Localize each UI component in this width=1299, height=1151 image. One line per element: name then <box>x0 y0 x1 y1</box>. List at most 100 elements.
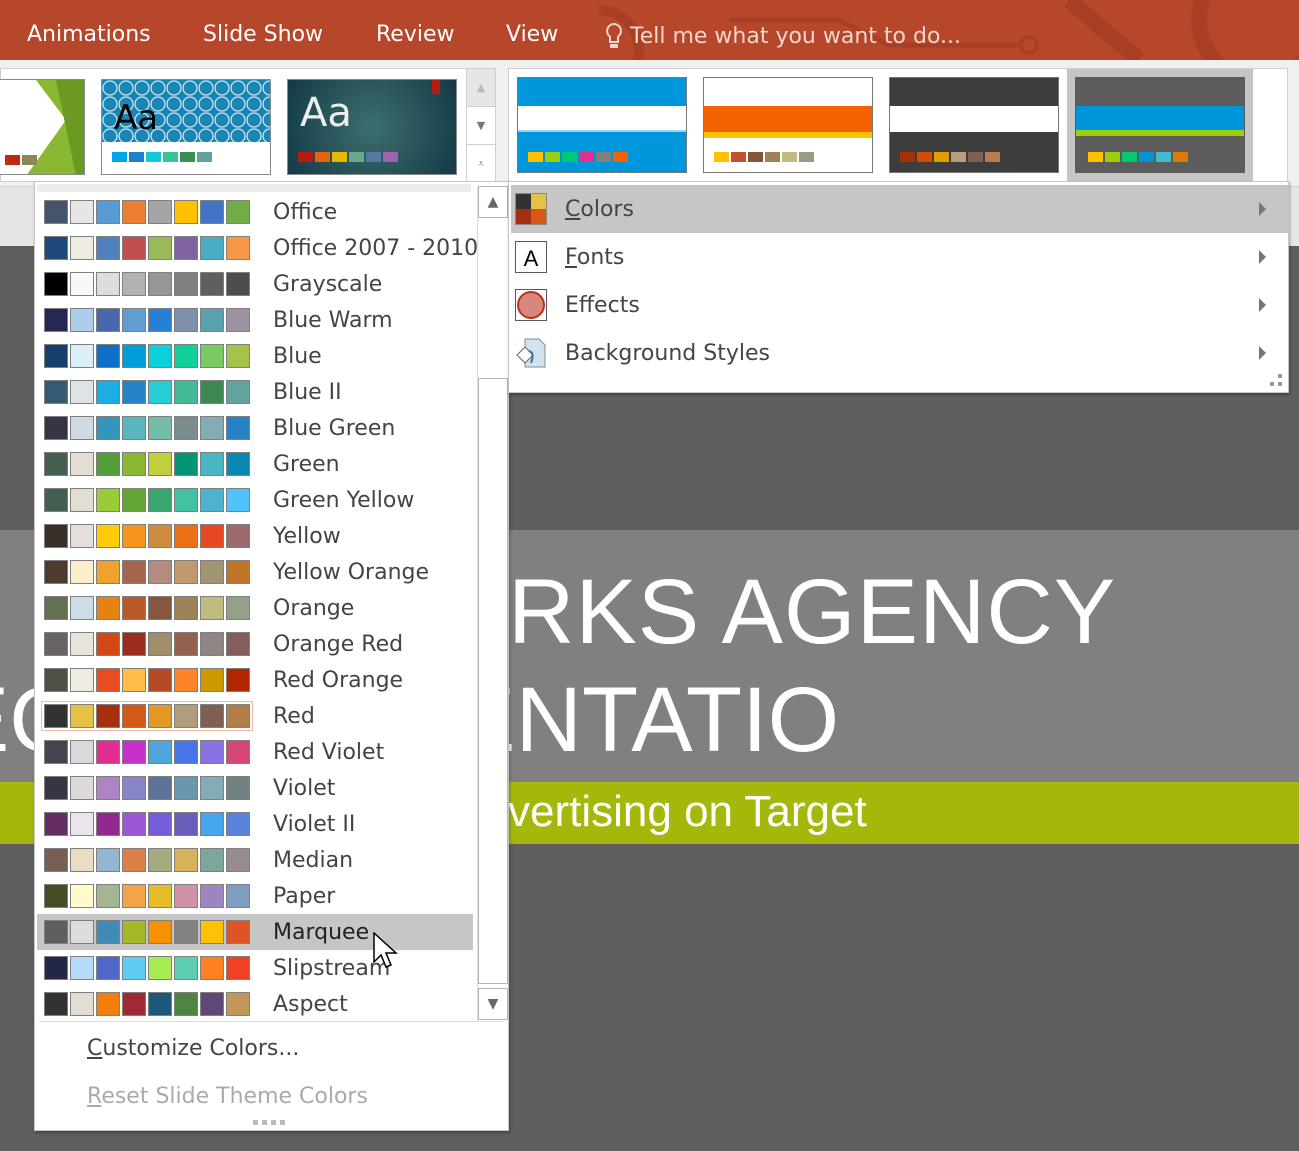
color-scheme-office[interactable]: Office <box>37 194 473 230</box>
theme-green-facet[interactable] <box>0 79 85 175</box>
scheme-label: Blue Warm <box>273 307 393 333</box>
tab-slide-show[interactable]: Slide Show <box>203 22 323 47</box>
theme-teal-chalk[interactable]: Aa <box>287 79 457 175</box>
color-scheme-orange-red[interactable]: Orange Red <box>37 626 473 662</box>
slide-title-line1[interactable]: RKS AGENCY <box>508 560 1116 665</box>
scheme-label: Orange <box>273 595 355 621</box>
color-swatch <box>148 632 172 656</box>
variant-band <box>1076 106 1244 130</box>
color-scheme-paper[interactable]: Paper <box>37 878 473 914</box>
color-swatch <box>200 524 224 548</box>
color-swatch <box>174 632 198 656</box>
customize-colors-command[interactable]: Customize Colors... <box>87 1036 299 1061</box>
color-swatch <box>148 776 172 800</box>
color-swatch <box>200 812 224 836</box>
variant-orange[interactable] <box>703 77 873 173</box>
color-swatch <box>70 704 94 728</box>
color-scheme-blue-green[interactable]: Blue Green <box>37 410 473 446</box>
color-swatch <box>96 524 120 548</box>
background-styles-icon <box>515 337 547 369</box>
color-swatch <box>226 812 250 836</box>
color-scheme-blue-warm[interactable]: Blue Warm <box>37 302 473 338</box>
variant-band <box>704 106 872 132</box>
color-scheme-green[interactable]: Green <box>37 446 473 482</box>
color-swatch <box>44 272 68 296</box>
theme-blue-circles[interactable]: Aa <box>101 79 271 175</box>
color-scheme-yellow[interactable]: Yellow <box>37 518 473 554</box>
tab-animations[interactable]: Animations <box>27 22 151 47</box>
resize-grip[interactable] <box>1270 374 1282 386</box>
color-swatch <box>200 776 224 800</box>
color-scheme-red-violet[interactable]: Red Violet <box>37 734 473 770</box>
color-swatch <box>44 884 68 908</box>
color-swatch <box>200 200 224 224</box>
color-swatch <box>96 992 120 1016</box>
color-swatch <box>122 992 146 1016</box>
color-swatch <box>174 200 198 224</box>
color-swatch <box>96 200 120 224</box>
color-scheme-blue[interactable]: Blue <box>37 338 473 374</box>
variant-marquee[interactable] <box>1075 77 1245 173</box>
color-swatch <box>174 308 198 332</box>
color-swatch <box>44 848 68 872</box>
tell-me-search[interactable]: Tell me what you want to do... <box>604 22 961 50</box>
tab-review[interactable]: Review <box>376 22 455 47</box>
color-scheme-median[interactable]: Median <box>37 842 473 878</box>
color-swatch <box>70 848 94 872</box>
color-swatch <box>148 200 172 224</box>
menu-item-fonts[interactable]: A Fonts <box>511 233 1288 281</box>
color-swatch <box>226 920 250 944</box>
color-swatch <box>44 452 68 476</box>
color-swatch <box>200 704 224 728</box>
gallery-scroll-up[interactable]: ▲ <box>467 69 495 107</box>
scheme-label: Red Orange <box>273 667 404 693</box>
color-swatch <box>70 344 94 368</box>
color-swatch <box>148 560 172 584</box>
menu-item-background-styles[interactable]: Background Styles <box>511 329 1288 377</box>
gallery-more-button[interactable]: ⩡ <box>467 145 495 183</box>
variant-blue[interactable] <box>517 77 687 173</box>
color-swatch <box>70 524 94 548</box>
color-swatch <box>200 956 224 980</box>
color-swatch <box>200 560 224 584</box>
tell-me-placeholder: Tell me what you want to do... <box>630 23 961 49</box>
color-scheme-violet[interactable]: Violet <box>37 770 473 806</box>
resize-grip[interactable] <box>253 1120 285 1125</box>
color-swatch <box>1156 152 1171 162</box>
color-list-scrollbar[interactable]: ▲ ▼ <box>477 186 508 1022</box>
color-scheme-green-yellow[interactable]: Green Yellow <box>37 482 473 518</box>
customize-access-key: C <box>87 1036 103 1061</box>
color-scheme-orange[interactable]: Orange <box>37 590 473 626</box>
color-scheme-grayscale[interactable]: Grayscale <box>37 266 473 302</box>
variant-band <box>518 106 686 132</box>
color-swatch <box>44 956 68 980</box>
gallery-scroll-down[interactable]: ▼ <box>467 107 495 145</box>
color-scheme-blue-ii[interactable]: Blue II <box>37 374 473 410</box>
scroll-thumb[interactable] <box>478 378 508 984</box>
color-swatch <box>146 152 161 162</box>
color-swatch <box>148 488 172 512</box>
mouse-cursor-icon <box>373 932 398 968</box>
color-swatch <box>122 344 146 368</box>
color-scheme-office-2007-2010[interactable]: Office 2007 - 2010 <box>37 230 478 266</box>
color-swatch <box>1139 152 1154 162</box>
color-swatch <box>122 272 146 296</box>
color-swatch <box>96 776 120 800</box>
color-scheme-red-orange[interactable]: Red Orange <box>37 662 473 698</box>
color-scheme-yellow-orange[interactable]: Yellow Orange <box>37 554 473 590</box>
color-scheme-violet-ii[interactable]: Violet II <box>37 806 473 842</box>
slide-subtitle[interactable]: vertising on Target <box>508 787 867 837</box>
tab-view[interactable]: View <box>506 22 558 47</box>
menu-item-colors[interactable]: Colors <box>511 185 1288 233</box>
color-scheme-slipstream[interactable]: Slipstream <box>37 950 473 986</box>
color-scheme-aspect[interactable]: Aspect <box>37 986 473 1022</box>
color-scheme-red[interactable]: Red <box>37 698 473 734</box>
menu-item-effects[interactable]: Effects <box>511 281 1288 329</box>
color-scheme-marquee[interactable]: Marquee <box>37 914 473 950</box>
color-swatch <box>96 668 120 692</box>
variant-dark[interactable] <box>889 77 1059 173</box>
scroll-up-button[interactable]: ▲ <box>478 186 508 218</box>
scroll-down-button[interactable]: ▼ <box>478 988 508 1020</box>
color-swatch <box>226 236 250 260</box>
variants-menu: Colors A Fonts Effects Background Styles <box>508 181 1289 393</box>
